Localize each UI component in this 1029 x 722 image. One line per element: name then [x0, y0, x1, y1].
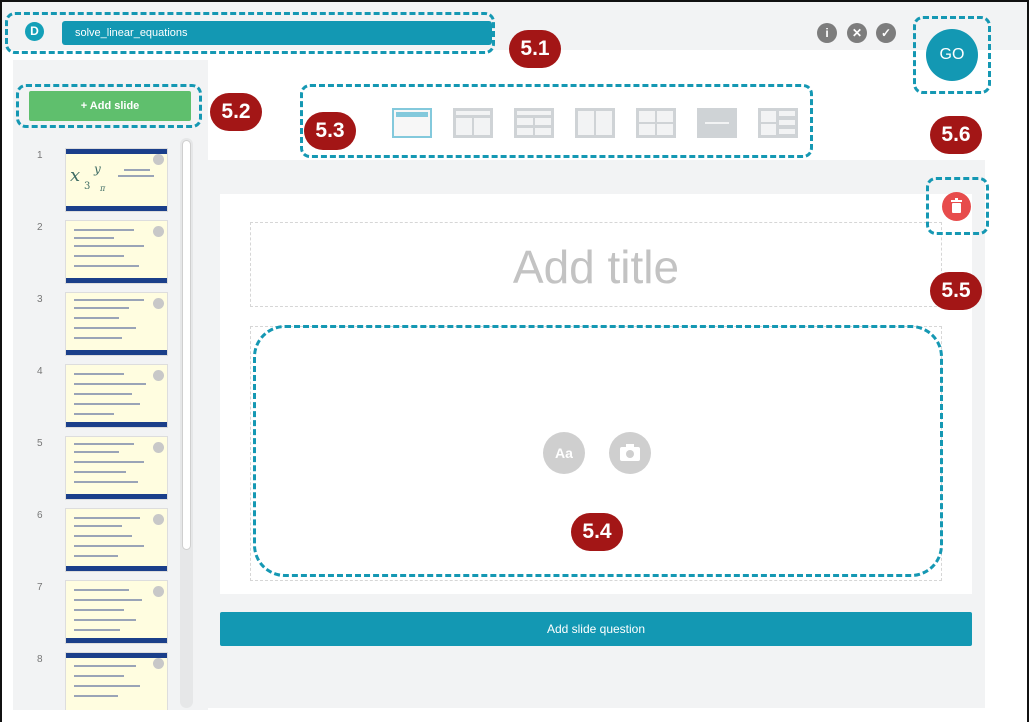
annotation-badge-5-4: 5.4	[571, 513, 623, 551]
text-line	[74, 461, 144, 463]
svg-text:y: y	[93, 162, 101, 176]
text-line	[74, 695, 118, 697]
slide-preview	[65, 436, 168, 500]
slide-bottom-bar	[66, 494, 167, 499]
slide-settings-icon[interactable]	[153, 442, 164, 453]
slide-preview	[65, 364, 168, 428]
svg-text:π: π	[99, 184, 106, 193]
add-slide-question-button[interactable]: Add slide question	[220, 612, 972, 646]
text-line	[74, 255, 124, 257]
slide-bottom-bar	[66, 350, 167, 355]
slide-thumbnail-list: 1 x 3 y π 2 3 4 5 6 7 8	[25, 138, 175, 710]
slide-settings-icon[interactable]	[153, 658, 164, 669]
slide-settings-icon[interactable]	[153, 586, 164, 597]
text-line	[74, 619, 136, 621]
slide-thumbnail[interactable]: 7	[25, 580, 175, 650]
text-line	[74, 337, 122, 339]
slide-bottom-bar	[66, 566, 167, 571]
text-line	[74, 299, 144, 301]
svg-text:x: x	[70, 165, 80, 186]
text-line	[74, 317, 119, 319]
slide-settings-icon[interactable]	[153, 154, 164, 165]
text-line	[74, 229, 134, 231]
annotation-badge-5-5: 5.5	[930, 272, 982, 310]
text-line	[74, 535, 132, 537]
slide-thumbnail[interactable]: 1 x 3 y π	[25, 148, 175, 218]
slide-number: 1	[37, 150, 43, 161]
info-icon[interactable]: i	[817, 23, 837, 43]
text-line	[74, 245, 144, 247]
slide-settings-icon[interactable]	[153, 370, 164, 381]
annotation-box-5-2	[16, 84, 202, 128]
text-line	[74, 525, 122, 527]
slide-preview	[65, 652, 168, 710]
text-line	[74, 413, 114, 415]
text-line	[74, 481, 138, 483]
text-line	[74, 383, 146, 385]
text-line	[74, 675, 124, 677]
text-line	[74, 599, 142, 601]
text-line	[74, 307, 129, 309]
slide-thumbnail[interactable]: 6	[25, 508, 175, 578]
text-line	[74, 665, 136, 667]
text-line	[74, 555, 118, 557]
slide-number: 2	[37, 222, 43, 233]
text-line	[74, 545, 144, 547]
annotation-badge-5-6: 5.6	[930, 116, 982, 154]
slide-number: 4	[37, 366, 43, 377]
annotation-box-5-3	[300, 84, 813, 158]
slide-preview	[65, 292, 168, 356]
slide-bottom-bar	[66, 638, 167, 643]
title-field[interactable]: Add title	[250, 222, 942, 307]
svg-text:3: 3	[84, 181, 90, 192]
slide-thumbnail[interactable]: 4	[25, 364, 175, 434]
slide-number: 7	[37, 582, 43, 593]
slide-preview	[65, 580, 168, 644]
text-line	[74, 589, 129, 591]
slide-bottom-bar	[66, 206, 167, 211]
slide-settings-icon[interactable]	[153, 226, 164, 237]
text-line	[74, 609, 124, 611]
title-placeholder: Add title	[512, 241, 680, 293]
text-line	[74, 451, 119, 453]
slide-preview: x 3 y π	[65, 148, 168, 212]
text-line	[74, 373, 124, 375]
slide-preview	[65, 508, 168, 572]
annotation-box-5-6	[913, 16, 991, 94]
annotation-badge-5-1: 5.1	[509, 30, 561, 68]
text-line	[74, 471, 126, 473]
slide-number: 6	[37, 510, 43, 521]
slide-bottom-bar	[66, 422, 167, 427]
text-line	[74, 393, 132, 395]
text-line	[74, 403, 140, 405]
text-line	[74, 443, 134, 445]
close-icon[interactable]: ✕	[847, 23, 867, 43]
annotation-box-5-5	[926, 177, 989, 235]
check-icon[interactable]: ✓	[876, 23, 896, 43]
text-line	[74, 685, 140, 687]
text-line	[74, 237, 114, 239]
slide-settings-icon[interactable]	[153, 298, 164, 309]
slide-thumbnail[interactable]: 5	[25, 436, 175, 506]
slide-top-bar	[66, 653, 167, 658]
slide-bottom-bar	[66, 278, 167, 283]
slide-number: 8	[37, 654, 43, 665]
text-line	[74, 517, 140, 519]
slide-thumbnail[interactable]: 2	[25, 220, 175, 290]
slide-thumbnail[interactable]: 3	[25, 292, 175, 362]
slide-settings-icon[interactable]	[153, 514, 164, 525]
text-line	[74, 327, 136, 329]
annotation-badge-5-3: 5.3	[304, 112, 356, 150]
slide-number: 5	[37, 438, 43, 449]
annotation-box-5-1	[5, 12, 495, 54]
slide-preview	[65, 220, 168, 284]
text-line	[74, 629, 120, 631]
sidebar-scrollbar-thumb[interactable]	[182, 140, 191, 550]
annotation-badge-5-2: 5.2	[210, 93, 262, 131]
slide-number: 3	[37, 294, 43, 305]
slide-thumbnail[interactable]: 8	[25, 652, 175, 710]
text-line	[74, 265, 139, 267]
